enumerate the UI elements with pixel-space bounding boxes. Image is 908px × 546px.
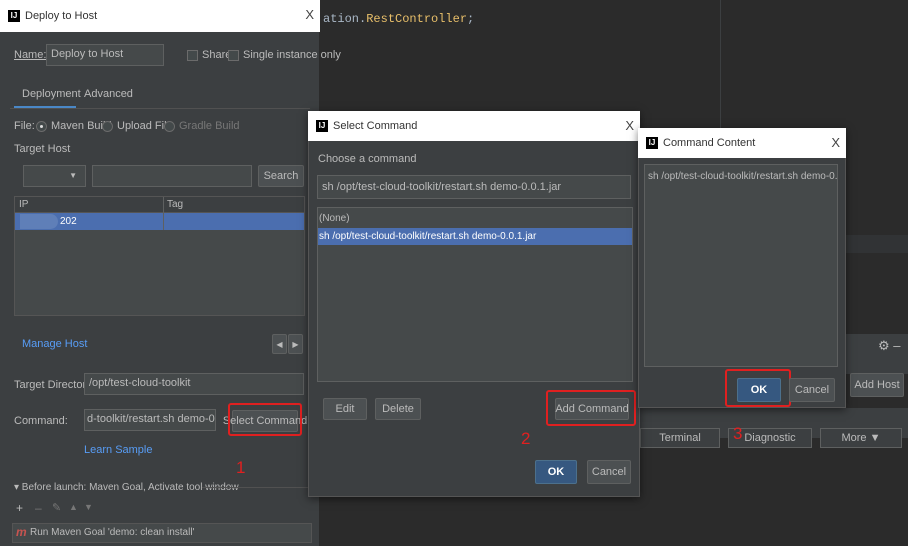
tab-advanced[interactable]: Advanced — [84, 88, 133, 100]
host-table-header — [15, 197, 304, 213]
terminal-tab[interactable]: Terminal — [640, 428, 720, 448]
highlight-box-1 — [228, 403, 302, 436]
radio-selected-icon — [36, 120, 47, 132]
gear-icon[interactable]: ⚙ – — [878, 338, 901, 354]
dialog-title: Deploy to Host — [25, 10, 98, 22]
edit-button[interactable]: Edit — [323, 398, 367, 420]
edit-task-icon[interactable]: ✎ — [52, 501, 61, 514]
close-icon[interactable]: X — [831, 135, 840, 150]
redacted-ip-mask — [20, 214, 58, 229]
dialog-title: Command Content — [663, 137, 756, 149]
checkbox-icon — [187, 49, 198, 61]
remove-task-icon[interactable]: – — [35, 501, 42, 515]
radio-maven-build[interactable]: Maven Build — [36, 120, 112, 132]
cancel-button[interactable]: Cancel — [789, 378, 835, 402]
add-host-button[interactable]: Add Host — [850, 373, 904, 397]
file-label: File: — [14, 120, 35, 132]
command-label: Command: — [14, 415, 68, 427]
host-ip-cell[interactable]: 202 — [60, 216, 77, 227]
radio-upload-file[interactable]: Upload File — [102, 120, 173, 132]
checkbox-icon — [228, 49, 239, 61]
before-launch-divider — [202, 487, 310, 488]
move-up-icon[interactable]: ▲ — [69, 502, 78, 512]
deploy-dialog-titlebar[interactable]: IJ Deploy to Host X — [0, 0, 320, 32]
share-checkbox[interactable]: Share — [187, 49, 231, 61]
step-number-3: 3 — [733, 424, 743, 443]
step-number-1: 1 — [236, 458, 246, 477]
intellij-logo-icon: IJ — [316, 120, 328, 132]
add-task-icon[interactable]: + — [16, 501, 23, 515]
single-instance-checkbox[interactable]: Single instance only — [228, 49, 341, 61]
ip-column-header[interactable]: IP — [19, 199, 28, 210]
dialog-title: Select Command — [333, 120, 418, 132]
command-content-textarea[interactable]: sh /opt/test-cloud-toolkit/restart.sh de… — [644, 164, 838, 367]
close-icon[interactable]: X — [305, 7, 314, 22]
column-divider — [163, 197, 164, 230]
code-semicolon: ; — [467, 12, 475, 26]
radio-gradle-build[interactable]: Gradle Build — [164, 120, 240, 132]
intellij-logo-icon: IJ — [646, 137, 658, 149]
more-tab[interactable]: More ▼ — [820, 428, 902, 448]
share-label: Share — [202, 49, 232, 61]
tabs-divider — [10, 108, 310, 109]
radio-icon — [102, 120, 113, 132]
command-content-titlebar[interactable]: IJ Command Content X — [638, 128, 846, 158]
learn-sample-link[interactable]: Learn Sample — [84, 444, 153, 456]
target-directory-label: Target Directory: — [14, 379, 95, 391]
name-input[interactable]: Deploy to Host — [46, 44, 164, 66]
selected-command-field[interactable]: sh /opt/test-cloud-toolkit/restart.sh de… — [317, 175, 631, 199]
single-instance-label: Single instance only — [243, 49, 341, 61]
host-group-select[interactable]: ▼ — [23, 165, 86, 187]
highlight-box-3 — [725, 369, 791, 407]
target-host-label: Target Host — [14, 143, 71, 155]
select-command-titlebar[interactable]: IJ Select Command X — [308, 111, 640, 141]
maven-goal-label: Run Maven Goal 'demo: clean install' — [30, 527, 195, 538]
gradle-build-label: Gradle Build — [179, 120, 240, 132]
delete-button[interactable]: Delete — [375, 398, 421, 420]
name-label: Name: — [14, 49, 47, 61]
page-next-button[interactable]: ▶ — [288, 334, 303, 354]
close-icon[interactable]: X — [625, 118, 634, 133]
code-text: ation. — [323, 12, 367, 26]
tab-deployment[interactable]: Deployment — [22, 88, 81, 100]
host-search-input[interactable] — [92, 165, 252, 187]
choose-command-label: Choose a command — [318, 153, 417, 165]
ok-button[interactable]: OK — [535, 460, 577, 484]
page-prev-button[interactable]: ◀ — [272, 334, 287, 354]
cancel-button[interactable]: Cancel — [587, 460, 631, 484]
step-number-2: 2 — [521, 429, 531, 448]
list-item[interactable]: sh /opt/test-cloud-toolkit/restart.sh de… — [319, 231, 536, 242]
intellij-logo-icon: IJ — [8, 10, 20, 22]
target-directory-input[interactable]: /opt/test-cloud-toolkit — [84, 373, 304, 395]
manage-host-link[interactable]: Manage Host — [22, 338, 87, 350]
maven-icon: m — [16, 525, 27, 539]
command-input[interactable]: d-toolkit/restart.sh demo-0.0.1.jar — [84, 409, 216, 431]
list-item[interactable]: (None) — [319, 213, 350, 224]
code-class-name: RestController — [366, 12, 468, 26]
background-panel — [840, 0, 908, 546]
tag-column-header[interactable]: Tag — [167, 199, 183, 210]
search-button[interactable]: Search — [258, 165, 304, 187]
background-strip — [845, 235, 908, 253]
table-row[interactable] — [15, 213, 304, 230]
code-line: ation.RestController; — [323, 12, 474, 26]
move-down-icon[interactable]: ▼ — [84, 502, 93, 512]
highlight-box-2 — [546, 390, 636, 426]
radio-icon — [164, 120, 175, 132]
